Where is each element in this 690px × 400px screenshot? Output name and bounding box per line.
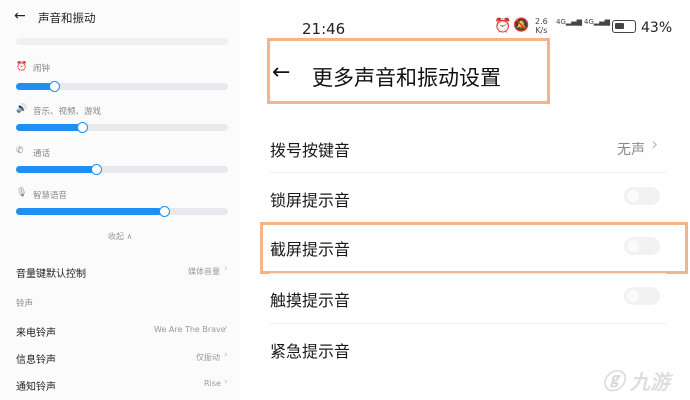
watermark-icon: ⓖ xyxy=(602,370,625,395)
alarm-status-icon: ⏰ xyxy=(494,18,512,34)
slider-label-voice: 智慧语音 xyxy=(33,191,68,201)
network-speed-unit: K/s xyxy=(535,26,548,35)
chevron-right-icon: › xyxy=(224,264,228,274)
settings-item-label: 截屏提示音 xyxy=(270,240,351,259)
toggle-touch-sound[interactable] xyxy=(624,287,660,305)
signal-icon: 4G▂▄▆ xyxy=(556,18,583,26)
network-speed-value: 2.6 xyxy=(535,17,548,26)
toggle-knob xyxy=(627,240,639,252)
alarm-icon: ⏰ xyxy=(16,62,28,72)
ringtone-notify-value[interactable]: Rise xyxy=(204,379,221,388)
slider-fill-voice xyxy=(16,208,162,215)
chevron-right-icon: › xyxy=(224,377,228,387)
slider-thumb-media[interactable] xyxy=(77,122,88,133)
slider-thumb-call[interactable] xyxy=(91,164,102,175)
toggle-knob xyxy=(627,290,639,302)
settings-item-value: 无声 xyxy=(617,142,645,158)
back-arrow-icon[interactable]: ← xyxy=(14,8,26,24)
settings-item-label: 锁屏提示音 xyxy=(270,191,351,210)
battery-percent: 43% xyxy=(641,20,673,36)
ringtone-call-label: 来电铃声 xyxy=(16,328,56,339)
signal-icon: 4G▂▄▆ xyxy=(584,18,611,26)
collapse-button[interactable]: 收起 ∧ xyxy=(108,231,132,242)
volume-key-value[interactable]: 媒体音量 xyxy=(188,266,220,277)
battery-icon xyxy=(612,20,636,33)
slider-label-call: 通话 xyxy=(33,149,51,159)
chevron-up-icon: ∧ xyxy=(126,232,133,241)
slider-fill-media xyxy=(16,124,80,131)
slider-fill-call xyxy=(16,166,94,173)
slider-label-alarm: 闹钟 xyxy=(33,64,51,74)
slider-fill-alarm xyxy=(16,83,52,90)
left-settings-panel: ← 声音和振动 ⏰ 闹钟 🔊 音乐、视频、游戏 ✆ 通话 🎙 智慧语音 收起 ∧… xyxy=(0,0,240,400)
slider-thumb-voice[interactable] xyxy=(159,206,170,217)
phone-icon: ✆ xyxy=(16,146,24,156)
settings-item-label: 拨号按键音 xyxy=(270,141,351,160)
page-title: 更多声音和振动设置 xyxy=(312,66,501,90)
right-settings-panel: 21:46 ⏰ 🔕 2.6 K/s 4G▂▄▆ 4G▂▄▆ 43% ← 更多声音… xyxy=(250,0,690,400)
slider-thumb-alarm[interactable] xyxy=(49,81,60,92)
network-speed: 2.6 K/s xyxy=(535,17,548,35)
back-arrow-icon[interactable]: ← xyxy=(272,60,290,85)
ringtone-call-value[interactable]: We Are The Brave xyxy=(154,325,226,334)
mute-bell-icon: 🔕 xyxy=(513,18,530,33)
toggle-lock-sound[interactable] xyxy=(624,187,660,205)
slider-voice[interactable] xyxy=(16,206,228,217)
slider-label-media: 音乐、视频、游戏 xyxy=(33,107,102,117)
watermark-text: 九游 xyxy=(630,370,670,394)
toggle-screenshot-sound[interactable] xyxy=(624,237,660,255)
divider xyxy=(270,273,666,274)
collapse-label: 收起 xyxy=(108,232,124,241)
divider xyxy=(270,323,666,324)
watermark-logo: ⓖ 九游 xyxy=(602,362,688,395)
signal-label-1: 4G xyxy=(556,18,566,26)
status-time: 21:46 xyxy=(302,20,346,38)
left-page-title: 声音和振动 xyxy=(38,11,96,25)
chevron-right-icon: › xyxy=(224,323,228,333)
slider-alarm[interactable] xyxy=(16,81,228,92)
slider-track-top[interactable] xyxy=(16,38,228,45)
slider-call[interactable] xyxy=(16,164,228,175)
section-ringtone-header: 铃声 xyxy=(16,299,34,309)
ringtone-message-label: 信息铃声 xyxy=(16,355,56,366)
toggle-knob xyxy=(627,190,639,202)
signal-label-2: 4G xyxy=(584,18,594,26)
divider xyxy=(270,172,666,173)
settings-item-label: 触摸提示音 xyxy=(270,291,351,310)
ringtone-notify-label: 通知铃声 xyxy=(16,382,56,393)
speaker-icon: 🔊 xyxy=(16,104,28,114)
chevron-right-icon: › xyxy=(651,134,659,155)
microphone-icon: 🎙 xyxy=(16,188,28,198)
volume-key-label: 音量键默认控制 xyxy=(16,269,86,280)
ringtone-message-value[interactable]: 仅振动 xyxy=(196,352,220,363)
chevron-right-icon: › xyxy=(224,350,228,360)
settings-item-label: 紧急提示音 xyxy=(270,342,351,361)
slider-media[interactable] xyxy=(16,122,228,133)
